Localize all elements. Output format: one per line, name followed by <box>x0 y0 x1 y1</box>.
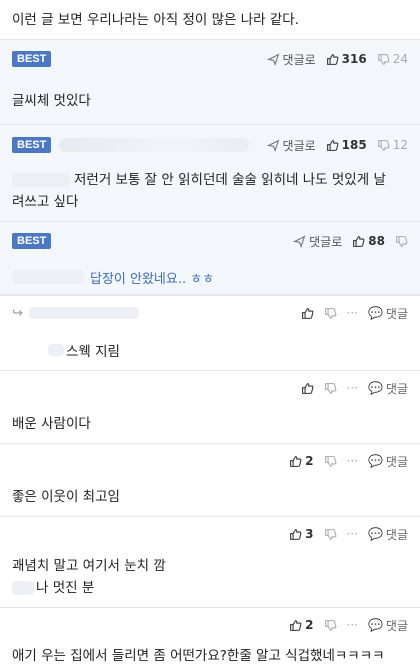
reply-link-label: 댓글로 <box>282 138 316 153</box>
like-button[interactable]: 316 <box>326 52 367 66</box>
speech-bubble-icon: 💬 <box>367 381 383 395</box>
blurred-username <box>28 307 139 319</box>
like-count: 185 <box>341 138 367 152</box>
comment-body: 답장이 안왔네요.. ㅎㅎ <box>90 271 215 287</box>
reply-5: 2 ··· 💬 댓글 애기 우는 집에서 들리면 좀 어떤가요?한줄 알고 식겁… <box>0 607 420 670</box>
dislike-count: 24 <box>392 52 408 66</box>
reply-button-label: 댓글 <box>385 618 408 633</box>
speech-bubble-icon: 💬 <box>367 306 383 320</box>
more-button[interactable]: ··· <box>347 381 358 395</box>
like-button[interactable]: 2 <box>289 618 314 632</box>
reply-button[interactable]: 💬 댓글 <box>368 380 408 397</box>
dislike-button[interactable]: 24 <box>377 52 408 66</box>
like-count: 316 <box>341 52 367 66</box>
comment-body: 배운 사람이다 <box>12 416 91 432</box>
reply-2: ··· 💬 댓글 배운 사람이다 <box>0 370 420 443</box>
speech-bubble-icon: 💬 <box>367 454 383 468</box>
comment-body-line1: 저런거 보통 잘 안 읽히던데 술술 읽히네 나도 멋있게 날 <box>74 172 386 188</box>
thumbs-up-icon <box>301 307 313 319</box>
speech-bubble-icon: 💬 <box>367 527 383 541</box>
best-badge: BEST <box>12 137 52 153</box>
thumbs-down-icon <box>324 528 336 540</box>
reply-link[interactable]: 댓글로 <box>266 51 316 68</box>
dislike-button[interactable] <box>324 528 337 541</box>
comment-body-line2: 나 멋진 분 <box>36 580 95 596</box>
dislike-button[interactable] <box>324 619 337 632</box>
reply-link[interactable]: 댓글로 <box>266 137 316 154</box>
comment-body-line2: 려쓰고 싶다 <box>12 194 79 210</box>
comment-body: 애기 우는 집에서 들리면 좀 어떤가요?한줄 알고 식겁했네ㅋㅋㅋㅋ <box>12 648 385 664</box>
reply-link[interactable]: 댓글로 <box>293 233 342 250</box>
reply-arrow-icon: ↪ <box>12 305 23 321</box>
thumbs-up-icon <box>326 139 339 151</box>
comment-body: 좋은 이웃이 최고임 <box>12 489 120 505</box>
thumbs-down-icon <box>396 235 408 247</box>
more-button[interactable]: ··· <box>347 618 358 632</box>
comment-body: 글씨체 멋있다 <box>12 93 91 109</box>
best-badge: BEST <box>12 51 52 67</box>
send-icon <box>293 235 306 248</box>
reply-button[interactable]: 💬 댓글 <box>368 305 408 322</box>
thumbs-up-icon <box>326 53 339 65</box>
thumbs-down-icon <box>324 455 336 467</box>
dislike-button[interactable]: 12 <box>377 138 408 152</box>
comment-body-line1: 괘념치 말고 여기서 눈치 깜 <box>12 558 166 574</box>
reply-button[interactable]: 💬 댓글 <box>368 526 408 543</box>
reply-button-label: 댓글 <box>385 527 408 542</box>
reply-button-label: 댓글 <box>385 306 408 321</box>
reply-1: ↪ ··· 💬 댓글 스웩 지림 <box>0 295 420 370</box>
blurred-mention <box>12 173 70 187</box>
thumbs-up-icon <box>290 455 302 467</box>
best-badge: BEST <box>12 233 52 249</box>
best-comment-1: BEST 댓글로 316 24 글씨체 멋있다 <box>0 40 420 125</box>
more-button[interactable]: ··· <box>347 527 358 541</box>
send-icon <box>266 139 279 152</box>
blurred-username <box>59 138 250 152</box>
reply-button[interactable]: 💬 댓글 <box>368 453 408 470</box>
like-button[interactable]: 88 <box>352 234 385 248</box>
best-comment-2: BEST 댓글로 185 12 저런거 보통 잘 안 읽히던데 술술 읽히네 나… <box>0 125 420 222</box>
like-count: 2 <box>305 618 314 632</box>
blurred-mention <box>12 270 84 284</box>
reply-button-label: 댓글 <box>385 454 408 469</box>
dislike-button[interactable] <box>324 382 337 395</box>
like-button[interactable] <box>301 307 314 320</box>
reply-link-label: 댓글로 <box>309 234 343 249</box>
speech-bubble-icon: 💬 <box>367 618 383 632</box>
dislike-count: 12 <box>392 138 408 152</box>
dislike-button[interactable] <box>324 307 337 320</box>
like-button[interactable]: 185 <box>326 138 367 152</box>
more-button[interactable]: ··· <box>347 454 358 468</box>
reply-link-label: 댓글로 <box>282 52 316 67</box>
like-count: 88 <box>368 234 385 248</box>
thumbs-up-icon <box>290 528 302 540</box>
thumbs-up-icon <box>290 619 302 631</box>
thumbs-down-icon <box>377 139 390 151</box>
send-icon <box>266 53 279 66</box>
reply-4: 3 ··· 💬 댓글 괘념치 말고 여기서 눈치 깜 나 멋진 분 <box>0 516 420 607</box>
like-button[interactable] <box>301 382 314 395</box>
thumbs-down-icon <box>377 53 390 65</box>
thumbs-up-icon <box>353 235 365 247</box>
blurred-mention <box>12 581 34 595</box>
thumbs-down-icon <box>324 382 336 394</box>
like-count: 3 <box>305 527 314 541</box>
reply-3: 2 ··· 💬 댓글 좋은 이웃이 최고임 <box>0 443 420 516</box>
reply-button[interactable]: 💬 댓글 <box>368 617 408 634</box>
dislike-button[interactable] <box>395 235 408 248</box>
like-button[interactable]: 2 <box>289 454 314 468</box>
like-button[interactable]: 3 <box>289 527 314 541</box>
like-count: 2 <box>305 454 314 468</box>
dislike-button[interactable] <box>324 455 337 468</box>
top-comment-text: 이런 글 보면 우리나라는 아직 정이 많은 나라 같다. <box>12 11 300 28</box>
comment-body: 스웩 지림 <box>66 344 120 360</box>
blurred-mention <box>48 344 64 356</box>
reply-button-label: 댓글 <box>385 381 408 396</box>
thumbs-up-icon <box>301 382 313 394</box>
thumbs-down-icon <box>324 307 336 319</box>
more-button[interactable]: ··· <box>347 306 358 320</box>
thumbs-down-icon <box>324 619 336 631</box>
best-comment-3: BEST 댓글로 88 답장이 안왔네요.. ㅎㅎ <box>0 222 420 295</box>
